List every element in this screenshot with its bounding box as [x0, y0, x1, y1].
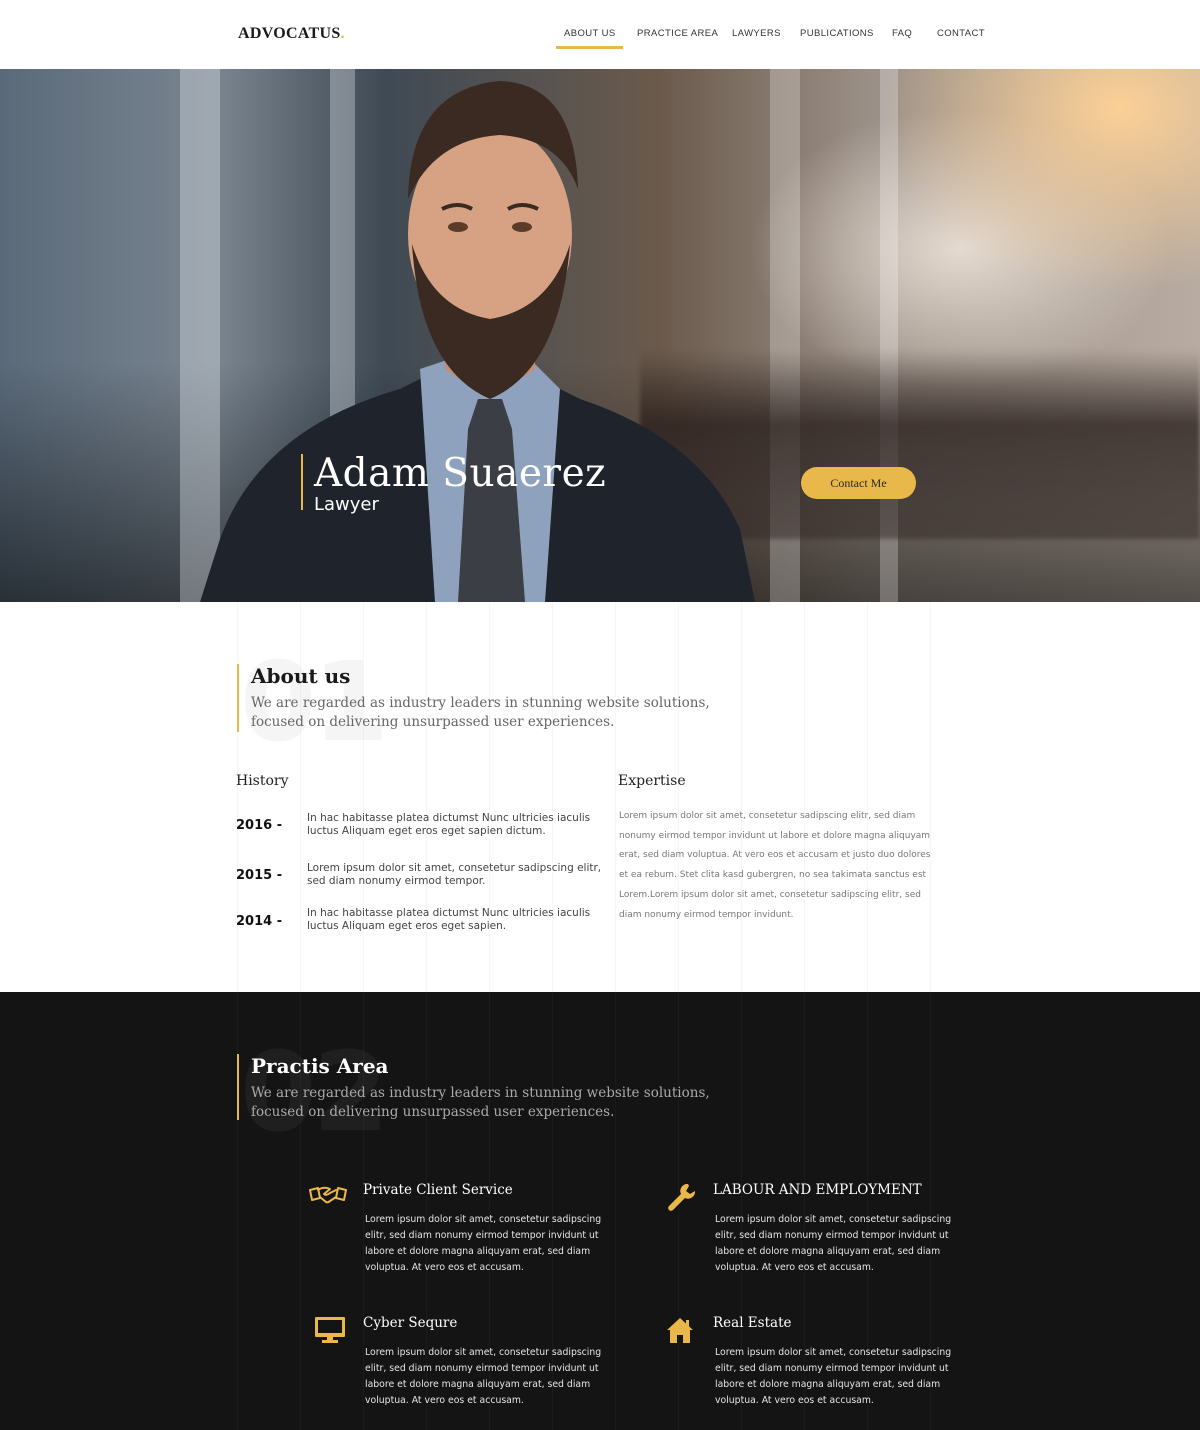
main-menu: ABOUT US PRACTICE AREA LAWYERS PUBLICATI… — [0, 28, 1200, 50]
practice-header: Practis Area We are regarded as industry… — [237, 1054, 751, 1120]
card-text: Lorem ipsum dolor sit amet, consetetur s… — [715, 1214, 952, 1273]
nav-item-faq[interactable]: FAQ — [892, 28, 912, 39]
history-text: In hac habitasse platea dictumst Nunc ul… — [307, 907, 591, 932]
hero-name: Adam Suaerez — [314, 451, 607, 496]
history-year: 2015 - — [236, 868, 283, 883]
history-year: 2016 - — [236, 818, 283, 833]
nav-item-about-us[interactable]: ABOUT US — [556, 28, 623, 49]
card-title: Private Client Service — [363, 1182, 513, 1198]
card-text: Lorem ipsum dolor sit amet, consetetur s… — [365, 1214, 602, 1273]
about-header: About us We are regarded as industry lea… — [237, 664, 751, 732]
lawyer-portrait — [200, 81, 755, 602]
hero-title-block: Adam Suaerez Lawyer — [301, 451, 607, 515]
card-text: Lorem ipsum dolor sit amet, consetetur s… — [365, 1347, 602, 1406]
about-description: We are regarded as industry leaders in s… — [251, 695, 710, 730]
nav-item-lawyers[interactable]: LAWYERS — [732, 28, 781, 39]
expertise-text: Lorem ipsum dolor sit amet, consetetur s… — [619, 811, 931, 920]
card-text: Lorem ipsum dolor sit amet, consetetur s… — [715, 1347, 952, 1406]
expertise-title: Expertise — [618, 773, 686, 789]
history-title: History — [236, 773, 289, 789]
nav-item-publications[interactable]: PUBLICATIONS — [800, 28, 874, 39]
handshake-icon — [309, 1186, 347, 1204]
background-grid — [0, 602, 1200, 992]
history-year: 2014 - — [236, 914, 283, 929]
top-nav: ADVOCATUS. ABOUT US PRACTICE AREA LAWYER… — [0, 0, 1200, 69]
hero-banner: Adam Suaerez Lawyer Contact Me — [0, 69, 1200, 602]
nav-item-practice-area[interactable]: PRACTICE AREA — [637, 28, 718, 39]
card-title: Real Estate — [713, 1315, 792, 1331]
practice-section: 02 Practis Area We are regarded as indus… — [0, 992, 1200, 1430]
wrench-icon — [668, 1183, 696, 1211]
history-text: In hac habitasse platea dictumst Nunc ul… — [307, 812, 591, 837]
nav-item-contact[interactable]: CONTACT — [937, 28, 985, 39]
house-icon — [667, 1318, 693, 1343]
history-text: Lorem ipsum dolor sit amet, consetetur s… — [307, 862, 602, 887]
about-section: 01 About us We are regarded as industry … — [0, 602, 1200, 992]
about-title: About us — [251, 664, 351, 688]
card-title: Cyber Sequre — [363, 1315, 458, 1331]
hero-role: Lawyer — [314, 494, 379, 515]
card-title: LABOUR AND EMPLOYMENT — [713, 1182, 922, 1198]
contact-me-button[interactable]: Contact Me — [801, 467, 916, 499]
practice-title: Practis Area — [251, 1054, 389, 1078]
monitor-icon — [315, 1317, 345, 1343]
practice-description: We are regarded as industry leaders in s… — [251, 1085, 710, 1120]
